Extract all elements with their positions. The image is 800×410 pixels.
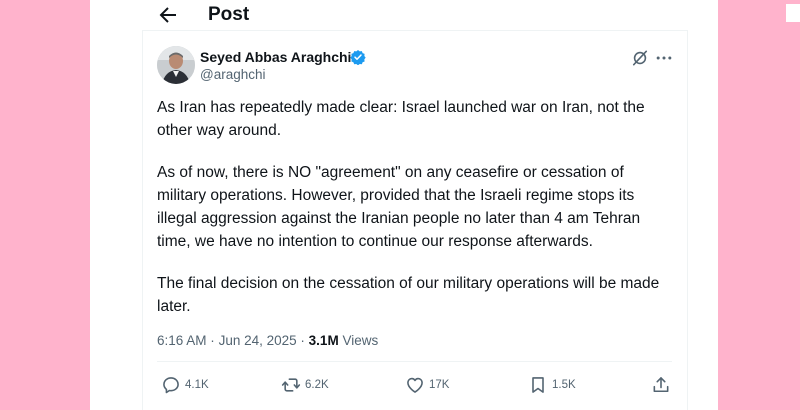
page-title: Post	[208, 4, 250, 25]
meta-separator: ·	[300, 333, 305, 348]
avatar[interactable]	[157, 46, 195, 84]
post-text-paragraph-1: As Iran has repeatedly made clear: Israe…	[157, 99, 645, 139]
background-notch	[786, 4, 800, 22]
bookmark-icon	[532, 377, 544, 393]
author-name[interactable]: Seyed Abbas Araghchi	[200, 48, 351, 66]
share-icon	[653, 377, 669, 393]
author-handle[interactable]: @araghchi	[200, 66, 266, 84]
like-count: 17K	[429, 379, 450, 391]
like-button[interactable]: 17K	[405, 374, 449, 396]
reply-button[interactable]: 4.1K	[161, 374, 209, 396]
views-label: Views	[342, 333, 379, 348]
post-date[interactable]: Jun 24, 2025	[219, 333, 297, 348]
reply-icon	[163, 377, 179, 394]
grok-icon[interactable]	[630, 48, 650, 68]
bookmark-button[interactable]: 1.5K	[528, 374, 576, 396]
right-background-stripe	[718, 0, 800, 410]
verified-badge-icon	[350, 49, 366, 66]
reply-count: 4.1K	[185, 379, 209, 391]
post-text-paragraph-3: The final decision on the cessation of o…	[157, 275, 660, 315]
arrow-left-icon[interactable]	[156, 3, 180, 27]
views-count: 3.1M	[308, 333, 339, 348]
repost-count: 6.2K	[305, 379, 329, 391]
post-time[interactable]: 6:16 AM	[157, 333, 207, 348]
heart-icon	[407, 377, 423, 393]
share-button[interactable]	[651, 374, 671, 396]
action-divider	[157, 361, 672, 362]
meta-separator: ·	[210, 333, 215, 348]
post-header: Post	[150, 0, 690, 30]
repost-icon	[281, 378, 301, 392]
post-metadata: 6:16 AM · Jun 24, 2025 · 3.1M Views	[157, 331, 378, 351]
bookmark-count: 1.5K	[552, 379, 576, 391]
more-options-icon[interactable]	[654, 48, 674, 68]
post-text-paragraph-2: As of now, there is NO "agreement" on an…	[157, 164, 641, 250]
repost-button[interactable]: 6.2K	[281, 374, 329, 396]
